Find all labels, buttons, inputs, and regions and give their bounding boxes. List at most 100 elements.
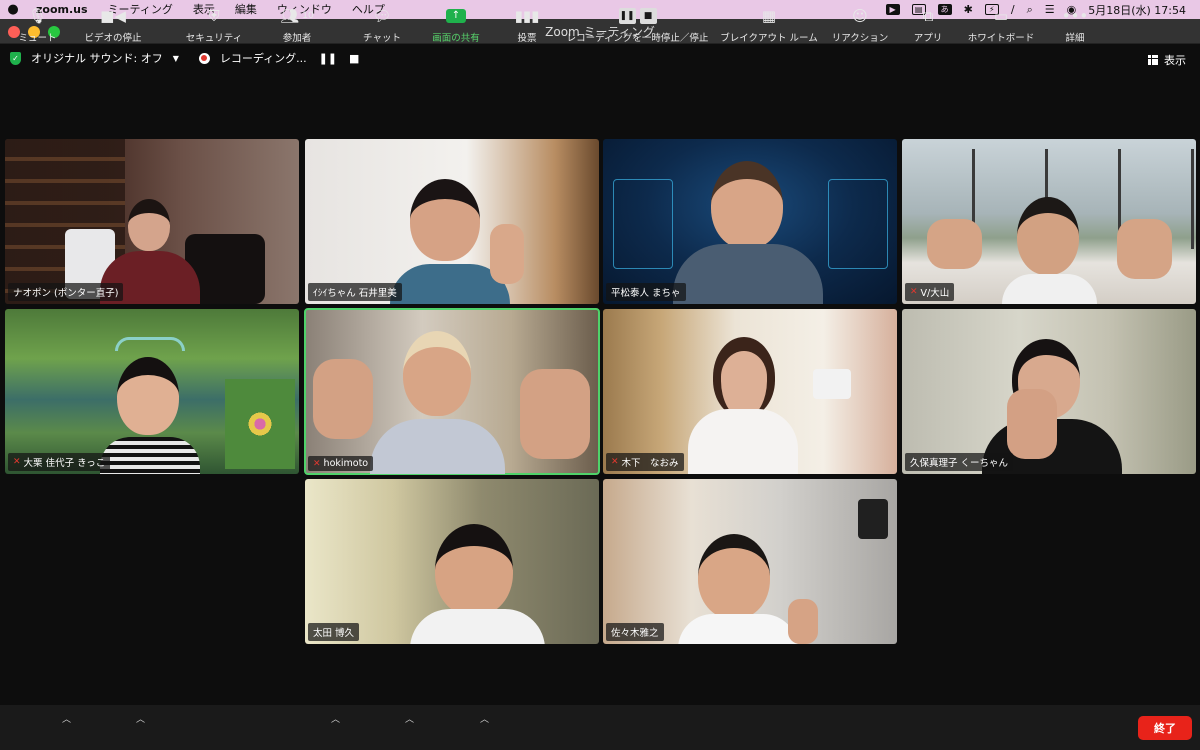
bar-chart-icon: ▮▮▮ [514,7,540,25]
video-tile[interactable]: 平松泰人 まちゃ [603,139,897,304]
stop-video-button[interactable]: ■◀ ビデオの停止 [82,0,144,45]
stop-recording-icon[interactable]: ■ [349,52,359,65]
whiteboard-button[interactable]: ▭ ホワイトボード [965,0,1037,45]
bridge [115,337,185,351]
participant-body [100,437,200,474]
video-tile[interactable]: 久保真理子 くーちゃん [902,309,1196,474]
video-tile[interactable]: ✕ 大栗 佳代子 きっこ [5,309,299,474]
breakout-grid-icon: ▦ [761,7,777,25]
participant-name-tag: ✕ V/大山 [905,283,955,301]
recording-controls-button[interactable]: ❚❚ ■ レコーディングを一時停止／停止 [565,0,710,45]
participant-face [117,357,179,435]
participant-name-tag: ✕ 大栗 佳代子 きっこ [8,453,111,471]
control-center-icon[interactable]: ☰ [1045,3,1055,16]
participant-face [410,179,480,261]
wall-device [858,499,888,539]
participants-icon: 👥︎ 10 [280,7,314,25]
end-meeting-button[interactable]: 終了 [1138,716,1192,740]
participant-face [128,199,170,251]
recording-indicator-icon [198,52,210,64]
peace-sign-hand [1117,219,1172,279]
pause-stop-recording-icon: ❚❚ ■ [618,6,657,26]
participant-name-tag: 太田 博久 [308,623,360,641]
hud-panel [613,179,673,269]
video-tile[interactable]: 太田 博久 [305,479,599,644]
chevron-down-icon[interactable]: ▼ [173,54,179,63]
pointing-hand [788,599,818,644]
participant-name-tag: 平松泰人 まちゃ [606,283,686,301]
video-tile[interactable]: ナオポン (ポンター直子) [5,139,299,304]
video-tile[interactable]: ｲｼｲちゃん 石井里美 [305,139,599,304]
recording-status: レコーディング... [219,52,307,65]
participant-face [1017,197,1079,275]
participants-button[interactable]: 👥︎ 10 参加者 [272,0,322,45]
participant-body [370,419,505,474]
video-tile-active-speaker[interactable]: ✕ hokimoto [304,308,600,475]
security-button[interactable]: ⛨ セキュリティ [183,0,245,45]
participant-face [698,534,770,619]
chat-bubble-icon: 💬︎ [372,7,392,25]
apps-icon: ⧉ [922,7,934,25]
participant-name-tag: ナオポン (ポンター直子) [8,283,124,301]
chat-options-chevron-icon[interactable]: ︿ [405,712,414,725]
pause-recording-icon[interactable]: ❚❚ [319,52,337,65]
muted-mic-icon: ✕ [313,458,321,469]
encryption-shield-icon[interactable]: ✓ [10,51,21,65]
participants-count: 10 [302,11,314,21]
participant-name-tag: ✕ 木下 なおみ [606,453,684,471]
participant-name-tag: ✕ hokimoto [308,456,374,471]
participant-face [711,161,783,249]
air-conditioner [813,369,851,399]
grid-view-icon [1148,55,1158,65]
meeting-controls-bar [0,705,1200,750]
participant-name-tag: 久保真理子 くーちゃん [905,453,1014,471]
more-button[interactable]: ••• 詳細 [1058,0,1092,45]
peace-sign-hand [520,369,590,459]
video-tile[interactable]: ✕ V/大山 [902,139,1196,304]
meeting-top-bar: ✓ オリジナル サウンド: オフ ▼ レコーディング... ❚❚ ■ 表示 [0,44,1200,72]
participant-body [1002,274,1097,304]
original-sound-toggle[interactable]: オリジナル サウンド: オフ [31,50,163,66]
participant-body [410,609,545,644]
chat-button[interactable]: 💬︎ チャット [357,0,407,45]
apps-button[interactable]: ⧉ アプリ [908,0,948,45]
audio-options-chevron-icon[interactable]: ︿ [62,712,71,725]
video-tile[interactable]: 佐々木雅之 [603,479,897,644]
view-button[interactable]: 表示 [1148,52,1186,68]
participants-options-chevron-icon[interactable]: ︿ [331,712,340,725]
flowers [225,379,295,469]
polls-button[interactable]: ▮▮▮ 投票 [506,0,548,45]
participant-body [673,244,823,304]
video-camera-icon: ■◀ [100,7,126,25]
muted-mic-icon: ✕ [13,457,21,467]
peace-sign-hand [1007,389,1057,459]
whiteboard-icon: ▭ [993,7,1009,25]
share-options-chevron-icon[interactable]: ︿ [480,712,489,725]
participant-body [688,409,798,474]
share-screen-button[interactable]: ↑ 画面の共有 [428,0,484,45]
muted-mic-icon: ✕ [611,457,619,467]
video-options-chevron-icon[interactable]: ︿ [136,712,145,725]
participant-face [435,524,513,616]
reactions-button[interactable]: ☺︎ リアクション [830,0,890,45]
peace-sign-hand [490,224,524,284]
clock[interactable]: 5月18日(水) 17:54 [1088,2,1186,18]
participant-body [678,614,798,644]
participant-face [713,337,775,417]
mute-button[interactable]: 🎙︎ ミュート [15,0,60,45]
share-arrow-icon: ↑ [446,6,466,26]
peace-sign-hand [927,219,982,269]
video-tile[interactable]: ✕ 木下 なおみ [603,309,897,474]
shield-icon: ⛨ [208,7,220,25]
peace-sign-hand [313,359,373,439]
hud-panel [828,179,888,269]
microphone-icon: 🎙︎ [27,7,48,25]
smiley-plus-icon: ☺︎ [852,7,868,25]
view-label: 表示 [1164,54,1186,67]
participant-face [403,331,471,416]
participant-name-tag: ｲｼｲちゃん 石井里美 [308,283,402,301]
ellipsis-icon: ••• [1061,7,1089,25]
participant-name-tag: 佐々木雅之 [606,623,664,641]
breakout-rooms-button[interactable]: ▦ ブレイクアウト ルーム [718,0,820,45]
muted-mic-icon: ✕ [910,287,918,297]
